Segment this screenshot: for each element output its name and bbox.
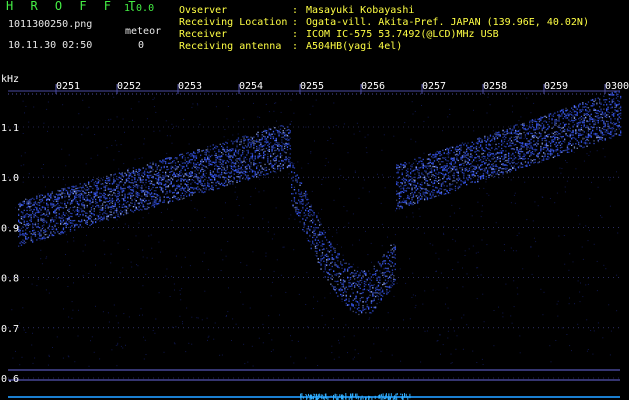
time-axis-labels: 0251 0252 0253 0254 0255 0256 0257 0258 0259 0300	[56, 81, 629, 92]
time-tick-label: 0254	[239, 81, 263, 92]
frequency-tick-label: 0.8	[1, 274, 19, 285]
frequency-tick-label: 0.6	[1, 374, 19, 385]
frequency-tick-label: 1.0	[1, 173, 19, 184]
time-tick-label: 0251	[56, 81, 80, 92]
time-tick-label: 0257	[422, 81, 446, 92]
time-tick-label: 0300	[605, 81, 629, 92]
time-tick-label: 0253	[178, 81, 202, 92]
frequency-tick-label: 1.1	[1, 123, 19, 134]
time-tick-label: 0259	[544, 81, 568, 92]
meteor-echo-signal	[11, 90, 622, 400]
spectrogram-plot: 0251 0252 0253 0254 0255 0256 0257 0258 0259 0300…	[1, 74, 629, 400]
frequency-axis-labels: 1.1 1.0 0.9 0.8 0.7 0.6	[1, 123, 19, 385]
time-tick-label: 0255	[300, 81, 324, 92]
time-tick-label: 0252	[117, 81, 141, 92]
time-tick-label: 0258	[483, 81, 507, 92]
plot-grid	[8, 84, 620, 398]
frequency-tick-label: 0.9	[1, 223, 19, 234]
frequency-unit-label: kHz	[1, 74, 19, 85]
time-tick-label: 0256	[361, 81, 385, 92]
frequency-tick-label: 0.7	[1, 324, 19, 335]
